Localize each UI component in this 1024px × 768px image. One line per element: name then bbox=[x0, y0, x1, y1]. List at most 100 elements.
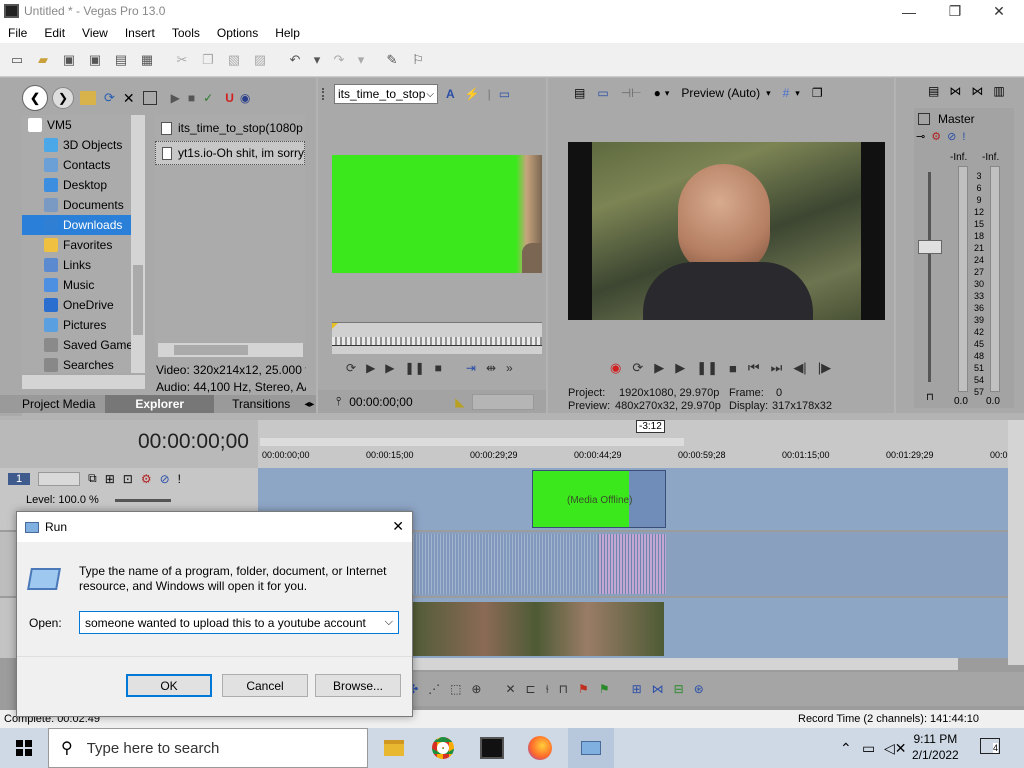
loop-icon[interactable]: ⟳ bbox=[632, 360, 643, 376]
tab-transitions[interactable]: Transitions bbox=[214, 395, 304, 413]
copy-icon[interactable]: ❐ bbox=[200, 52, 216, 68]
delete-icon[interactable]: ▨ bbox=[252, 52, 268, 68]
stop-icon[interactable]: ■ bbox=[435, 361, 442, 375]
master-fader[interactable] bbox=[918, 240, 942, 254]
magnet-icon[interactable]: U bbox=[225, 91, 234, 105]
vegas-taskbar-icon[interactable] bbox=[480, 737, 504, 759]
undo-icon[interactable]: ↶ bbox=[287, 52, 303, 68]
menu-file[interactable]: File bbox=[0, 23, 36, 43]
tree-item[interactable]: Pictures bbox=[22, 315, 145, 335]
play-from-start-icon[interactable]: ▶ bbox=[366, 361, 375, 375]
preview-quality-select[interactable]: Preview (Auto) bbox=[681, 86, 760, 100]
trimmer-source-select[interactable]: its_time_to_stop( ⌵ bbox=[334, 84, 438, 104]
view-icon[interactable] bbox=[142, 91, 157, 105]
video-clip-thumbs[interactable] bbox=[408, 602, 664, 656]
cut-icon[interactable]: ✂ bbox=[174, 52, 190, 68]
menu-insert[interactable]: Insert bbox=[117, 23, 164, 43]
master-bus-icon[interactable] bbox=[918, 113, 930, 125]
go-to-start-icon[interactable]: ⏮ bbox=[748, 360, 760, 376]
redo-dropdown-icon[interactable]: ▾ bbox=[357, 52, 365, 68]
whats-this-icon[interactable]: ⚐ bbox=[410, 52, 426, 68]
chevron-down-icon[interactable]: ⌵ bbox=[385, 616, 393, 629]
trimmer-selection-field[interactable] bbox=[472, 393, 535, 410]
save-as-icon[interactable]: ▣ bbox=[87, 52, 103, 68]
overwrite-icon[interactable]: ⇹ bbox=[486, 361, 496, 375]
envelope-icon[interactable]: ⋰ bbox=[428, 682, 440, 696]
chevron-down-icon[interactable]: ▾ bbox=[795, 88, 800, 99]
next-frame-icon[interactable]: |▶ bbox=[818, 360, 831, 376]
tree-item[interactable]: 3D Objects bbox=[22, 135, 145, 155]
render-icon[interactable]: ▤ bbox=[113, 52, 129, 68]
delete-x-icon[interactable]: ✕ bbox=[123, 90, 135, 107]
marker-icon[interactable]: ⚑ bbox=[578, 682, 589, 696]
menu-edit[interactable]: Edit bbox=[36, 23, 74, 43]
copy-snapshot-icon[interactable]: ❐ bbox=[812, 86, 823, 100]
open-folder-icon[interactable]: ▰ bbox=[35, 52, 51, 68]
tray-chevron-icon[interactable]: ⌃ bbox=[840, 740, 852, 757]
track-fx-icon[interactable]: ⊞ bbox=[105, 472, 115, 486]
menu-help[interactable]: Help bbox=[267, 23, 309, 43]
zoom-icon[interactable]: ⊕ bbox=[471, 682, 481, 696]
tree-item[interactable]: Documents bbox=[22, 195, 145, 215]
mixer-downmix-icon[interactable]: ⋈ bbox=[971, 84, 983, 98]
record-icon[interactable]: ◉ bbox=[610, 360, 621, 376]
lock-icon[interactable]: ⊓ bbox=[559, 682, 568, 696]
auto-preview-icon[interactable]: ✓ bbox=[203, 91, 213, 105]
text-tool-icon[interactable]: A bbox=[446, 87, 455, 101]
tree-item[interactable]: Contacts bbox=[22, 155, 145, 175]
mixer-fx-icon[interactable]: ⋈ bbox=[949, 84, 961, 98]
close-button[interactable]: ✕ bbox=[976, 0, 1022, 23]
tab-project-media[interactable]: Project Media bbox=[0, 395, 105, 413]
tree-item[interactable]: Links bbox=[22, 255, 145, 275]
properties-icon[interactable]: ▦ bbox=[139, 52, 155, 68]
file-item[interactable]: yt1s.io-Oh shit, im sorry bbox=[155, 141, 305, 165]
tree-item[interactable]: Desktop bbox=[22, 175, 145, 195]
tree-item[interactable]: Downloads bbox=[22, 215, 145, 235]
chevron-down-icon[interactable]: ▾ bbox=[665, 88, 670, 99]
ripple-icon[interactable]: ⊟ bbox=[674, 682, 684, 696]
tree-item[interactable]: Searches bbox=[22, 355, 145, 373]
tree-item[interactable]: Favorites bbox=[22, 235, 145, 255]
add-to-timeline-icon[interactable]: ⇥ bbox=[466, 361, 476, 375]
mute-icon[interactable]: ⊘ bbox=[947, 130, 956, 143]
tree-item[interactable]: Music bbox=[22, 275, 145, 295]
overlays-icon[interactable]: # bbox=[783, 86, 790, 100]
tree-item[interactable]: Saved Game bbox=[22, 335, 145, 355]
delete-icon[interactable]: ✕ bbox=[505, 682, 515, 696]
level-slider[interactable] bbox=[114, 498, 171, 502]
new-file-icon[interactable]: ▭ bbox=[9, 52, 25, 68]
more-icon[interactable]: » bbox=[506, 361, 513, 375]
adjust-icon[interactable]: ● bbox=[654, 86, 661, 100]
firefox-taskbar-icon[interactable] bbox=[528, 736, 552, 760]
play-icon[interactable]: ▶ bbox=[675, 360, 685, 376]
solo-icon[interactable]: ! bbox=[962, 131, 965, 143]
loop-icon[interactable]: ⟳ bbox=[346, 361, 356, 375]
taskbar-search[interactable]: ⚲ Type here to search bbox=[48, 728, 368, 768]
tab-scroll-icon[interactable]: ◂▸ bbox=[304, 399, 314, 410]
gear-icon[interactable]: ⚙ bbox=[141, 472, 152, 486]
pause-icon[interactable]: ❚❚ bbox=[405, 361, 425, 375]
play-icon[interactable]: ▶ bbox=[171, 91, 180, 105]
properties-icon[interactable]: ▤ bbox=[574, 86, 585, 100]
stop-icon[interactable]: ■ bbox=[729, 361, 737, 376]
files-hscrollbar[interactable] bbox=[158, 343, 303, 357]
open-combobox[interactable]: someone wanted to upload this to a youtu… bbox=[79, 611, 399, 634]
time-ruler[interactable]: -3:12 00:00:00;00 00:00:15;00 00:00:29;29 0… bbox=[258, 420, 1008, 468]
prev-frame-icon[interactable]: ◀| bbox=[793, 360, 806, 376]
track-name-field[interactable] bbox=[38, 471, 81, 486]
pause-icon[interactable]: ❚❚ bbox=[696, 360, 718, 376]
save-icon[interactable]: ▣ bbox=[61, 52, 77, 68]
undo-dropdown-icon[interactable]: ▾ bbox=[313, 52, 321, 68]
media-offline-clip[interactable]: (Media Offline) bbox=[532, 470, 666, 528]
marker-icon[interactable]: ◣ bbox=[455, 395, 464, 409]
brush-icon[interactable]: ✎ bbox=[384, 52, 400, 68]
play-from-start-icon[interactable]: ▶ bbox=[654, 360, 664, 376]
mixer-props-icon[interactable]: ▤ bbox=[928, 84, 939, 98]
app-icon[interactable] bbox=[4, 4, 19, 18]
grouping-icon[interactable]: ⊛ bbox=[694, 682, 704, 696]
audio-clip-right[interactable] bbox=[598, 534, 666, 594]
lightning-icon[interactable]: ⚡ bbox=[465, 87, 480, 101]
compositing-icon[interactable]: ⊡ bbox=[123, 472, 133, 486]
search-web-icon[interactable]: ◉ bbox=[240, 91, 250, 105]
tree-item[interactable]: VM5 bbox=[22, 115, 145, 135]
